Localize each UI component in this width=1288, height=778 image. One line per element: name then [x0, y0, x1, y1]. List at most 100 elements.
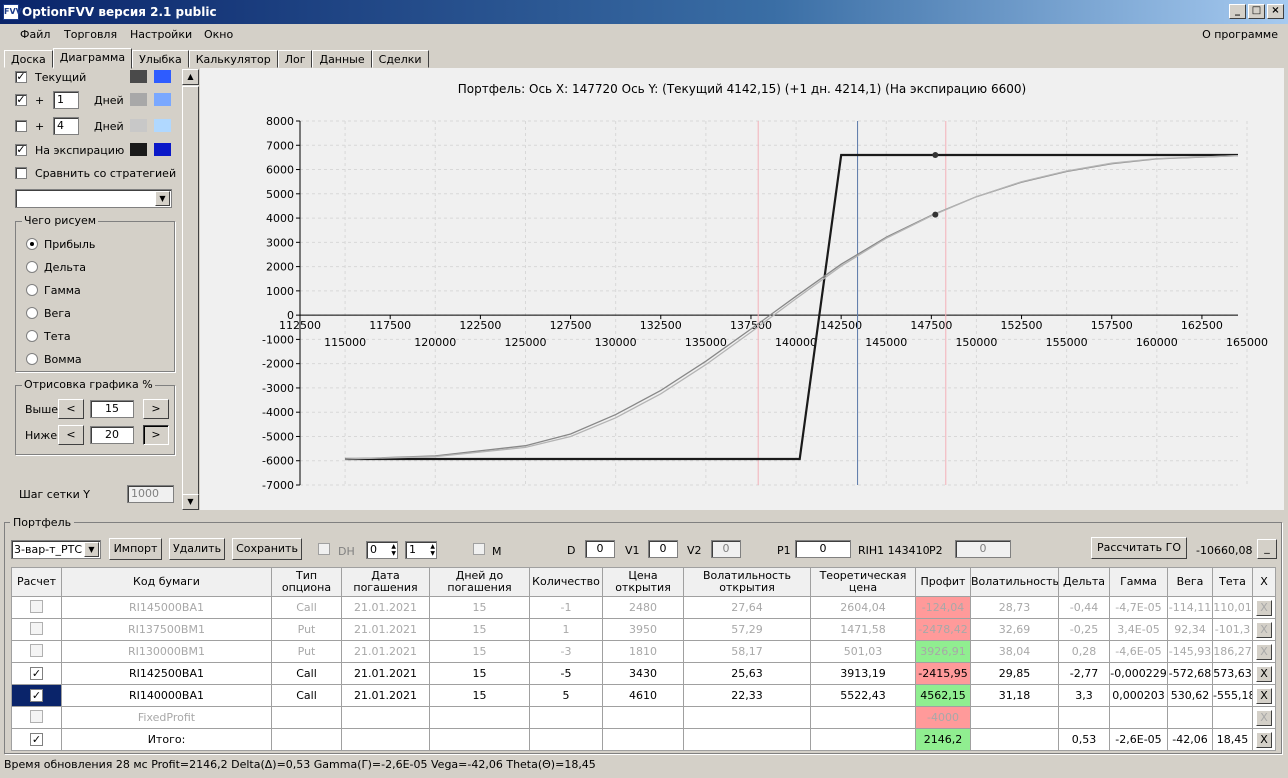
column-header[interactable]: Расчет	[11, 567, 62, 597]
calc-checkbox[interactable]	[30, 709, 43, 723]
expiry-checkbox[interactable]: ✓	[15, 144, 27, 156]
calc-cell[interactable]: ✓	[11, 684, 62, 707]
dh-spin-b[interactable]: 1 ▲ ▼	[405, 541, 437, 559]
table-row[interactable]: ✓ RI140000BA1 Call 21.01.2021 15 5 4610 22,33 55…	[11, 684, 1276, 707]
remove-cell[interactable]: X	[1252, 640, 1276, 663]
calc-checkbox[interactable]: ✓	[30, 667, 43, 680]
payoff-chart[interactable]: 800070006000500040003000200010000-1000-2…	[200, 68, 1284, 510]
calc-cell[interactable]	[11, 640, 62, 663]
remove-cell[interactable]: X	[1252, 662, 1276, 685]
column-header[interactable]: Код бумаги	[61, 567, 272, 597]
table-row[interactable]: RI145000BA1 Call 21.01.2021 15 -1 2480 27,64 26…	[11, 596, 1276, 619]
d-input[interactable]: 0	[585, 540, 615, 558]
radio-theta[interactable]	[26, 330, 38, 342]
p1-input[interactable]: 0	[795, 540, 851, 558]
grid-step-input[interactable]: 1000	[127, 485, 174, 503]
chevron-down-icon[interactable]: ▼	[155, 191, 170, 206]
current-checkbox[interactable]: ✓	[15, 71, 27, 83]
column-header[interactable]: Теоретическая цена	[810, 567, 916, 597]
calc-cell[interactable]	[11, 596, 62, 619]
remove-row-button[interactable]: X	[1256, 643, 1272, 660]
plus2-checkbox[interactable]	[15, 120, 27, 132]
calc-checkbox[interactable]: ✓	[30, 689, 43, 702]
expiry-greek-color-swatch[interactable]	[154, 143, 171, 156]
compare-checkbox[interactable]	[15, 167, 27, 179]
dh-spin-a[interactable]: 0 ▲ ▼	[366, 541, 398, 559]
total-row[interactable]: ✓ Итого: 2146,2 0,53 -2,6E-05 -42,06 18,45 X	[11, 728, 1276, 751]
remove-row-button[interactable]: X	[1256, 709, 1272, 726]
remove-row-button[interactable]: X	[1256, 621, 1272, 638]
column-header[interactable]: Гамма	[1109, 567, 1168, 597]
plus2-color-swatch[interactable]	[130, 119, 147, 132]
maximize-button[interactable]: □	[1248, 4, 1265, 19]
spin-arrows-icon[interactable]: ▲ ▼	[430, 543, 435, 557]
remove-row-button[interactable]: X	[1256, 665, 1272, 682]
column-header[interactable]: Дельта	[1058, 567, 1110, 597]
menu-window[interactable]: Окно	[204, 24, 233, 46]
left-panel-scrollbar[interactable]: ▲ ▼	[182, 69, 199, 510]
scroll-down-icon[interactable]: ▼	[182, 494, 199, 510]
table-row[interactable]: RI137500BM1 Put 21.01.2021 15 1 3950 57,29 1471…	[11, 618, 1276, 641]
radio-vomma[interactable]	[26, 353, 38, 365]
plus1-greek-color-swatch[interactable]	[154, 93, 171, 106]
radio-profit[interactable]	[26, 238, 38, 250]
calc-checkbox[interactable]	[30, 599, 43, 613]
column-header[interactable]: Тета	[1212, 567, 1253, 597]
radio-vega[interactable]	[26, 307, 38, 319]
portfolio-minimize-button[interactable]: _	[1257, 539, 1277, 559]
above-value[interactable]: 15	[90, 400, 134, 418]
column-header[interactable]: X	[1252, 567, 1276, 597]
column-header[interactable]: Волатильность открытия	[683, 567, 811, 597]
menu-settings[interactable]: Настройки	[130, 24, 192, 46]
column-header[interactable]: Волатильность	[970, 567, 1059, 597]
calc-checkbox[interactable]	[30, 643, 43, 657]
calc-checkbox[interactable]	[30, 621, 43, 635]
column-header[interactable]: Количество	[529, 567, 603, 597]
current-color-swatch[interactable]	[130, 70, 147, 83]
column-header[interactable]: Тип опциона	[271, 567, 342, 597]
remove-row-button[interactable]: X	[1256, 599, 1272, 616]
tab-board[interactable]: Доска	[4, 50, 53, 68]
radio-gamma[interactable]	[26, 284, 38, 296]
plus1-days-input[interactable]: 1	[53, 91, 79, 109]
current-greek-color-swatch[interactable]	[154, 70, 171, 83]
below-value[interactable]: 20	[90, 426, 134, 444]
column-header[interactable]: Цена открытия	[602, 567, 684, 597]
save-button[interactable]: Сохранить	[232, 538, 302, 560]
above-increase-button[interactable]: >	[143, 399, 169, 419]
close-button[interactable]: ×	[1267, 4, 1284, 19]
menu-trading[interactable]: Торговля	[64, 24, 117, 46]
column-header[interactable]: Дата погашения	[341, 567, 430, 597]
spin-arrows-icon[interactable]: ▲ ▼	[391, 543, 396, 557]
tab-log[interactable]: Лог	[277, 50, 313, 68]
table-row[interactable]: RI130000BM1 Put 21.01.2021 15 -3 1810 58,17 501…	[11, 640, 1276, 663]
column-header[interactable]: Профит	[915, 567, 971, 597]
import-button[interactable]: Импорт	[109, 538, 162, 560]
below-increase-button[interactable]: >	[143, 425, 169, 445]
remove-cell[interactable]: X	[1252, 618, 1276, 641]
tab-calculator[interactable]: Калькулятор	[188, 50, 278, 68]
remove-cell[interactable]: X	[1252, 596, 1276, 619]
calc-checkbox[interactable]: ✓	[30, 733, 43, 746]
tab-data[interactable]: Данные	[312, 50, 372, 68]
delete-button[interactable]: Удалить	[169, 538, 225, 560]
calculate-margin-button[interactable]: Рассчитать ГО	[1091, 537, 1187, 559]
table-row[interactable]: ✓ RI142500BA1 Call 21.01.2021 15 -5 3430 25,63 3…	[11, 662, 1276, 685]
column-header[interactable]: Вега	[1167, 567, 1213, 597]
tab-deals[interactable]: Сделки	[371, 50, 429, 68]
below-decrease-button[interactable]: <	[58, 425, 84, 445]
scroll-up-icon[interactable]: ▲	[182, 69, 199, 85]
strategy-compare-select[interactable]: ▼	[15, 189, 172, 208]
expiry-color-swatch[interactable]	[130, 143, 147, 156]
calc-cell[interactable]: ✓	[11, 728, 62, 751]
dh-checkbox[interactable]	[318, 543, 330, 555]
calc-cell[interactable]	[11, 706, 62, 729]
plus1-checkbox[interactable]: ✓	[15, 94, 27, 106]
remove-cell[interactable]: X	[1252, 684, 1276, 707]
menu-about[interactable]: О программе	[1202, 24, 1278, 46]
remove-row-button[interactable]: X	[1256, 687, 1272, 704]
remove-cell[interactable]: X	[1252, 706, 1276, 729]
column-header[interactable]: Дней до погашения	[429, 567, 530, 597]
table-row[interactable]: FixedProfit -4000 X	[11, 706, 1276, 729]
plus2-greek-color-swatch[interactable]	[154, 119, 171, 132]
